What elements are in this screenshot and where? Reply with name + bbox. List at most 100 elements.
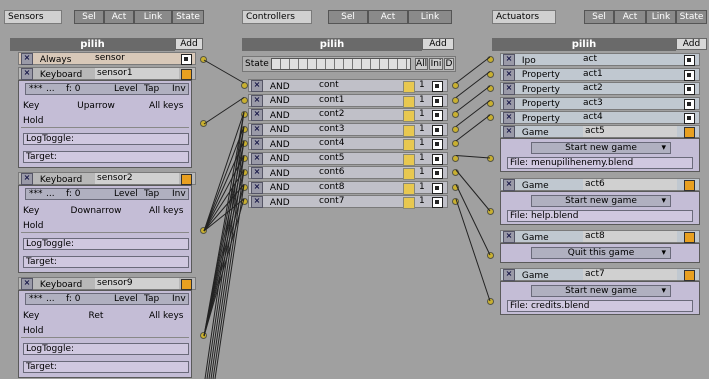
- controller-type[interactable]: AND: [270, 125, 290, 135]
- close-icon[interactable]: ×: [21, 68, 33, 80]
- close-icon[interactable]: ×: [251, 181, 263, 194]
- input-socket-icon[interactable]: [487, 114, 494, 121]
- input-socket-icon[interactable]: [487, 298, 494, 305]
- target-field[interactable]: Target:: [23, 361, 189, 373]
- controller-type[interactable]: AND: [270, 140, 290, 150]
- collapse-icon[interactable]: [432, 182, 443, 194]
- actuators-tab-link[interactable]: Link: [646, 10, 676, 24]
- output-socket-icon[interactable]: [452, 183, 459, 191]
- game-mode-select[interactable]: Start new game ▾: [531, 195, 671, 207]
- pulse-false-button[interactable]: ...: [46, 84, 55, 94]
- output-socket-icon[interactable]: [200, 120, 207, 127]
- sensor-type[interactable]: Keyboard: [40, 175, 82, 185]
- level-button[interactable]: Level: [114, 189, 138, 199]
- input-socket-icon[interactable]: [241, 183, 248, 191]
- actuator-type[interactable]: Game: [522, 128, 549, 138]
- controller-priority[interactable]: 1: [419, 167, 425, 178]
- level-button[interactable]: Level: [114, 84, 138, 94]
- controller-priority[interactable]: 1: [419, 80, 425, 91]
- output-socket-icon[interactable]: [452, 125, 459, 133]
- close-icon[interactable]: ×: [503, 126, 515, 138]
- input-socket-icon[interactable]: [241, 140, 248, 147]
- actuator-name[interactable]: act8: [583, 231, 677, 242]
- output-socket-icon[interactable]: [452, 82, 459, 89]
- close-icon[interactable]: ×: [503, 97, 515, 110]
- input-socket-icon[interactable]: [241, 96, 248, 104]
- invert-button[interactable]: Inv: [172, 189, 186, 199]
- actuator-name[interactable]: act3: [583, 98, 603, 109]
- input-socket-icon[interactable]: [487, 208, 494, 215]
- controller-name[interactable]: cont8: [319, 182, 344, 193]
- actuator-name[interactable]: act4: [583, 112, 603, 123]
- bookmark-icon[interactable]: [403, 139, 415, 151]
- controller-type[interactable]: AND: [270, 198, 290, 208]
- state-debug-button[interactable]: D: [444, 58, 454, 70]
- tap-button[interactable]: Tap: [144, 294, 159, 304]
- controller-name[interactable]: cont6: [319, 167, 344, 178]
- expand-icon[interactable]: [684, 180, 695, 191]
- controller-name[interactable]: cont5: [319, 153, 344, 164]
- bookmark-icon[interactable]: [403, 168, 415, 180]
- expand-icon[interactable]: [181, 279, 192, 290]
- frequency-field[interactable]: f: 0: [66, 294, 80, 304]
- controller-priority[interactable]: 1: [419, 153, 425, 164]
- pulse-true-button[interactable]: ***: [29, 189, 43, 199]
- state-all-button[interactable]: All: [415, 58, 428, 70]
- invert-button[interactable]: Inv: [172, 84, 186, 94]
- close-icon[interactable]: ×: [21, 53, 33, 65]
- controller-priority[interactable]: 1: [419, 182, 425, 193]
- collapse-icon[interactable]: [432, 110, 443, 121]
- sensors-add-button[interactable]: Add: [175, 38, 203, 50]
- collapse-icon[interactable]: [432, 197, 443, 208]
- sensor-name[interactable]: sensor: [95, 53, 125, 64]
- pulse-false-button[interactable]: ...: [46, 189, 55, 199]
- output-socket-icon[interactable]: [452, 96, 459, 104]
- actuator-type[interactable]: Property: [522, 70, 560, 80]
- logtoggle-field[interactable]: LogToggle:: [23, 343, 189, 355]
- close-icon[interactable]: ×: [251, 80, 263, 92]
- collapse-icon[interactable]: [432, 124, 443, 136]
- collapse-icon[interactable]: [432, 139, 443, 150]
- bookmark-icon[interactable]: [403, 153, 415, 166]
- close-icon[interactable]: ×: [251, 152, 263, 165]
- game-file-field[interactable]: File: help.blend: [507, 210, 693, 222]
- controller-priority[interactable]: 1: [419, 95, 425, 106]
- close-icon[interactable]: ×: [503, 112, 515, 124]
- close-icon[interactable]: ×: [251, 123, 263, 136]
- input-socket-icon[interactable]: [487, 85, 494, 92]
- input-socket-icon[interactable]: [241, 125, 248, 133]
- collapse-icon[interactable]: [432, 153, 443, 165]
- input-socket-icon[interactable]: [487, 70, 494, 78]
- game-mode-select[interactable]: Start new game ▾: [531, 285, 671, 297]
- collapse-icon[interactable]: [684, 55, 695, 66]
- key-field[interactable]: Ret: [61, 311, 131, 321]
- controllers-add-button[interactable]: Add: [422, 38, 454, 50]
- game-file-field[interactable]: File: credits.blend: [507, 300, 693, 312]
- input-socket-icon[interactable]: [241, 198, 248, 205]
- game-file-field[interactable]: File: menupilihenemy.blend: [507, 157, 693, 169]
- collapse-icon[interactable]: [684, 98, 695, 110]
- collapse-icon[interactable]: [684, 113, 695, 124]
- input-socket-icon[interactable]: [241, 111, 248, 118]
- tap-button[interactable]: Tap: [144, 189, 159, 199]
- controller-priority[interactable]: 1: [419, 124, 425, 135]
- collapse-icon[interactable]: [432, 95, 443, 107]
- sensor-name[interactable]: sensor2: [95, 173, 179, 184]
- allkeys-toggle[interactable]: All keys: [149, 311, 183, 321]
- actuator-type[interactable]: Game: [522, 181, 549, 191]
- actuators-tab-sel[interactable]: Sel: [584, 10, 614, 24]
- key-field[interactable]: Downarrow: [61, 206, 131, 216]
- controller-priority[interactable]: 1: [419, 196, 425, 207]
- close-icon[interactable]: ×: [251, 109, 263, 121]
- frequency-field[interactable]: f: 0: [66, 189, 80, 199]
- target-field[interactable]: Target:: [23, 151, 189, 163]
- collapse-icon[interactable]: [432, 168, 443, 179]
- controllers-tab-sel[interactable]: Sel: [328, 10, 368, 24]
- tap-button[interactable]: Tap: [144, 84, 159, 94]
- close-icon[interactable]: ×: [503, 68, 515, 81]
- actuators-tab-state[interactable]: State: [676, 10, 707, 24]
- expand-icon[interactable]: [684, 232, 695, 243]
- sensor-name[interactable]: sensor9: [95, 278, 179, 289]
- pulse-false-button[interactable]: ...: [46, 294, 55, 304]
- expand-icon[interactable]: [684, 127, 695, 138]
